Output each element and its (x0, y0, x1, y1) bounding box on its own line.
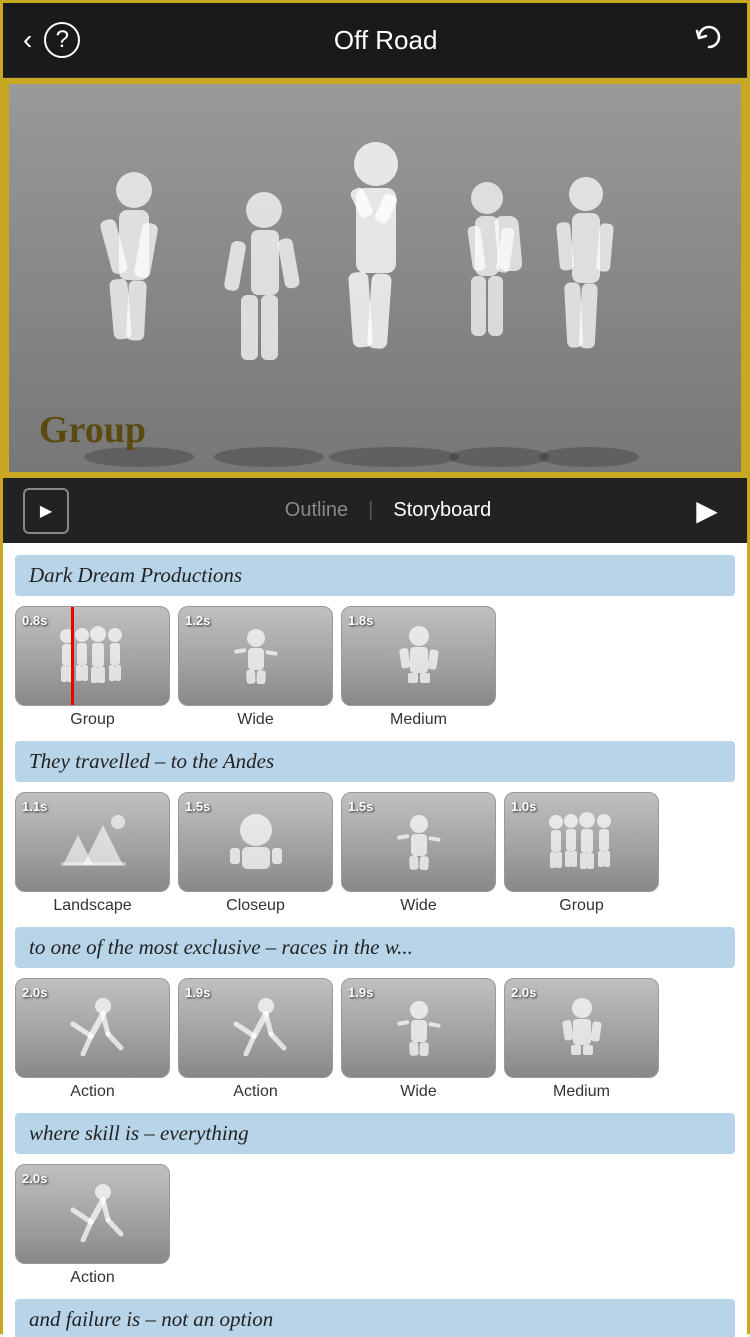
shot-icon-group (53, 624, 133, 689)
preview-background: Group (9, 84, 741, 472)
preview-area: Group (3, 78, 747, 478)
shot-icon-medium (379, 624, 459, 689)
shot-time: 1.1s (22, 799, 47, 814)
shot-icon-wide (379, 810, 459, 875)
shot-icon-action (53, 1182, 133, 1247)
toolbar: Outline | Storyboard (3, 478, 747, 543)
shot-item[interactable]: 1.5s Closeup (178, 792, 333, 915)
section-label-0: Dark Dream Productions (15, 555, 735, 596)
back-button[interactable]: ‹ (23, 24, 32, 56)
shot-time: 1.5s (185, 799, 210, 814)
shot-time: 2.0s (22, 1171, 47, 1186)
shot-thumbnail[interactable]: 1.1s (15, 792, 170, 892)
shot-row-3: 2.0s Action (15, 1164, 735, 1287)
shot-type-label: Medium (390, 711, 447, 729)
shot-thumbnail[interactable]: 2.0s (15, 1164, 170, 1264)
shot-icon-medium (542, 996, 622, 1061)
shot-icon-action (53, 996, 133, 1061)
shot-icon-landscape (53, 810, 133, 875)
shot-thumbnail[interactable]: 1.0s (504, 792, 659, 892)
tab-divider: | (368, 499, 373, 522)
shot-thumbnail[interactable]: 2.0s (15, 978, 170, 1078)
undo-button[interactable] (691, 19, 727, 62)
shot-icon-group (542, 810, 622, 875)
header-left: ‹ ? (23, 22, 80, 58)
preview-group-label: Group (39, 408, 146, 452)
shot-type-label: Action (70, 1269, 114, 1287)
shot-item[interactable]: 1.9s Wide (341, 978, 496, 1101)
shot-item[interactable]: 1.2s Wide (178, 606, 333, 729)
shot-row-0: 0.8s Group1.2s Wide1.8s (15, 606, 735, 729)
section-label-1: They travelled – to the Andes (15, 741, 735, 782)
shot-thumbnail[interactable]: 1.9s (178, 978, 333, 1078)
shot-time: 1.9s (348, 985, 373, 1000)
shot-time: 1.5s (348, 799, 373, 814)
shot-type-label: Wide (400, 1083, 436, 1101)
tab-storyboard[interactable]: Storyboard (393, 499, 491, 522)
toolbar-tabs: Outline | Storyboard (89, 499, 687, 522)
header: ‹ ? Off Road (3, 3, 747, 78)
shot-thumbnail[interactable]: 0.8s (15, 606, 170, 706)
shot-type-label: Wide (237, 711, 273, 729)
shot-item[interactable]: 1.5s Wide (341, 792, 496, 915)
page-title: Off Road (334, 25, 438, 56)
shot-row-1: 1.1s Landscape1.5s Closeup1.5s (15, 792, 735, 915)
shot-type-label: Closeup (226, 897, 285, 915)
playhead-indicator (71, 607, 74, 705)
help-button[interactable]: ? (44, 22, 80, 58)
shot-thumbnail[interactable]: 2.0s (504, 978, 659, 1078)
shot-icon-wide (379, 996, 459, 1061)
shot-item[interactable]: 2.0s Medium (504, 978, 659, 1101)
shot-item[interactable]: 0.8s Group (15, 606, 170, 729)
play-large-button[interactable] (687, 491, 727, 531)
shot-type-label: Group (70, 711, 114, 729)
play-small-button[interactable] (23, 488, 69, 534)
shot-item[interactable]: 1.8s Medium (341, 606, 496, 729)
shot-time: 1.0s (511, 799, 536, 814)
shot-time: 0.8s (22, 613, 47, 628)
shot-thumbnail[interactable]: 1.5s (178, 792, 333, 892)
shot-row-2: 2.0s Action1.9s Action1.9s (15, 978, 735, 1101)
shot-thumbnail[interactable]: 1.2s (178, 606, 333, 706)
shot-thumbnail[interactable]: 1.8s (341, 606, 496, 706)
shot-type-label: Group (559, 897, 603, 915)
shot-item[interactable]: 1.0s Group (504, 792, 659, 915)
tab-outline[interactable]: Outline (285, 499, 348, 522)
shot-icon-action (216, 996, 296, 1061)
section-label-3: where skill is – everything (15, 1113, 735, 1154)
section-label-4: and failure is – not an option (15, 1299, 735, 1337)
shot-item[interactable]: 1.1s Landscape (15, 792, 170, 915)
shot-icon-wide (216, 624, 296, 689)
storyboard-content: Dark Dream Productions0.8s Group1.2s W (3, 543, 747, 1337)
shot-thumbnail[interactable]: 1.5s (341, 792, 496, 892)
shot-type-label: Medium (553, 1083, 610, 1101)
shot-time: 2.0s (22, 985, 47, 1000)
shot-time: 1.8s (348, 613, 373, 628)
shot-time: 1.9s (185, 985, 210, 1000)
section-label-2: to one of the most exclusive – races in … (15, 927, 735, 968)
shot-item[interactable]: 1.9s Action (178, 978, 333, 1101)
shot-item[interactable]: 2.0s Action (15, 978, 170, 1101)
shot-type-label: Action (70, 1083, 114, 1101)
shot-type-label: Action (233, 1083, 277, 1101)
shot-icon-closeup (216, 810, 296, 875)
shot-item[interactable]: 2.0s Action (15, 1164, 170, 1287)
shot-type-label: Landscape (53, 897, 131, 915)
shot-time: 1.2s (185, 613, 210, 628)
shot-type-label: Wide (400, 897, 436, 915)
shot-time: 2.0s (511, 985, 536, 1000)
shot-thumbnail[interactable]: 1.9s (341, 978, 496, 1078)
